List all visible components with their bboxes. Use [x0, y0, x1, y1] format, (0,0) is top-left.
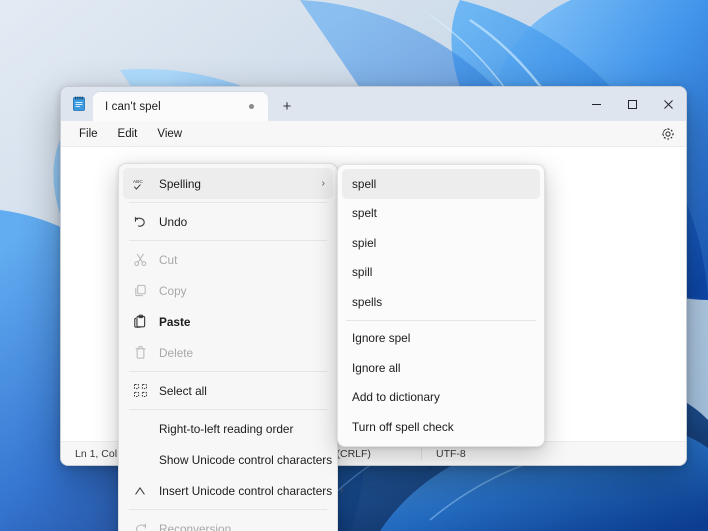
close-button[interactable] — [650, 87, 686, 121]
context-menu-item-insert-unicode-control-characters[interactable]: Insert Unicode control characters › — [123, 475, 343, 506]
context-menu-label: Spelling — [159, 176, 201, 191]
suggestion-spill[interactable]: spill — [342, 258, 540, 288]
context-menu-label: Right-to-left reading order — [159, 421, 294, 436]
suggestion-label: spelt — [352, 206, 377, 221]
svg-text:ABC: ABC — [133, 179, 144, 185]
submenu-item-ignore-word[interactable]: Ignore spel — [342, 324, 540, 354]
settings-button[interactable] — [658, 124, 678, 144]
reconvert-icon — [129, 521, 151, 531]
suggestion-spells[interactable]: spells — [342, 287, 540, 317]
context-menu-label: Delete — [159, 345, 194, 360]
context-menu-item-select-all[interactable]: Select all — [123, 375, 333, 406]
tab-unsaved-indicator — [249, 104, 254, 109]
suggestion-spiel[interactable]: spiel — [342, 228, 540, 258]
maximize-button[interactable] — [614, 87, 650, 121]
submenu-item-add-to-dictionary[interactable]: Add to dictionary — [342, 383, 540, 413]
context-menu-separator — [129, 509, 327, 510]
context-menu-label: Cut — [159, 252, 178, 267]
context-menu-label: Copy — [159, 283, 187, 298]
context-menu-item-reconversion: Reconversion — [123, 513, 333, 531]
context-menu-item-paste[interactable]: Paste — [123, 306, 333, 337]
context-menu-separator — [129, 371, 327, 372]
caption-button-group — [578, 87, 686, 121]
spelling-suggestions-submenu: spell spelt spiel spill spells Ignore sp… — [337, 164, 545, 447]
tab-title: I can't spel — [105, 100, 161, 113]
context-menu-item-delete: Delete — [123, 337, 333, 368]
context-menu-label: Insert Unicode control characters — [159, 483, 333, 498]
suggestion-label: spell — [352, 176, 377, 191]
menu-view[interactable]: View — [147, 125, 192, 143]
context-menu-label: Reconversion — [159, 521, 232, 531]
close-icon — [663, 99, 673, 109]
desktop: I can't spel + File Edit View Ln 1, Col … — [0, 0, 708, 531]
select-all-icon — [129, 383, 151, 399]
no-icon-placeholder — [129, 421, 151, 437]
caret-up-icon — [129, 483, 151, 499]
trash-icon — [129, 345, 151, 361]
status-encoding[interactable]: UTF-8 — [421, 447, 541, 460]
context-menu-label: Paste — [159, 314, 191, 329]
chevron-right-icon: › — [340, 484, 344, 496]
undo-icon — [129, 214, 151, 230]
context-menu-label: Undo — [159, 214, 188, 229]
spellcheck-icon: ABC — [129, 176, 151, 192]
maximize-icon — [627, 99, 637, 109]
suggestion-label: spells — [352, 294, 383, 309]
menu-edit[interactable]: Edit — [108, 125, 148, 143]
context-menu-item-spelling[interactable]: ABC Spelling › — [123, 168, 333, 199]
new-tab-button[interactable]: + — [274, 93, 300, 119]
submenu-label: Ignore spel — [352, 331, 411, 346]
plus-icon: + — [282, 97, 292, 115]
context-menu: ABC Spelling › Undo Cut Copy Paste Delet… — [118, 163, 343, 531]
submenu-item-ignore-all[interactable]: Ignore all — [342, 353, 540, 383]
gear-icon — [662, 128, 674, 140]
minimize-button[interactable] — [578, 87, 614, 121]
clipboard-icon — [129, 314, 151, 330]
context-menu-label: Show Unicode control characters — [159, 452, 333, 467]
minimize-icon — [591, 103, 601, 105]
suggestion-spell[interactable]: spell — [342, 169, 540, 199]
notepad-icon — [73, 96, 85, 111]
submenu-label: Ignore all — [352, 360, 401, 375]
submenu-separator — [346, 319, 536, 321]
suggestion-label: spiel — [352, 235, 377, 250]
context-menu-item-cut: Cut — [123, 244, 333, 275]
title-bar[interactable]: I can't spel + — [61, 87, 686, 121]
context-menu-item-rtl-reading-order[interactable]: Right-to-left reading order — [123, 413, 333, 444]
chevron-right-icon: › — [321, 177, 325, 189]
menu-file[interactable]: File — [69, 125, 108, 143]
context-menu-separator — [129, 202, 327, 203]
scissors-icon — [129, 252, 151, 268]
no-icon-placeholder — [129, 452, 151, 468]
context-menu-item-show-unicode-control-characters[interactable]: Show Unicode control characters — [123, 444, 333, 475]
copy-icon — [129, 283, 151, 299]
submenu-item-turn-off-spell-check[interactable]: Turn off spell check — [342, 412, 540, 442]
submenu-label: Turn off spell check — [352, 419, 454, 434]
context-menu-item-copy: Copy — [123, 275, 333, 306]
context-menu-separator — [129, 240, 327, 241]
context-menu-item-undo[interactable]: Undo — [123, 206, 333, 237]
suggestion-spelt[interactable]: spelt — [342, 199, 540, 229]
tab-document[interactable]: I can't spel — [93, 92, 268, 121]
context-menu-label: Select all — [159, 383, 207, 398]
menu-bar: File Edit View — [61, 121, 686, 147]
suggestion-label: spill — [352, 265, 373, 280]
context-menu-separator — [129, 409, 327, 410]
submenu-label: Add to dictionary — [352, 390, 440, 405]
